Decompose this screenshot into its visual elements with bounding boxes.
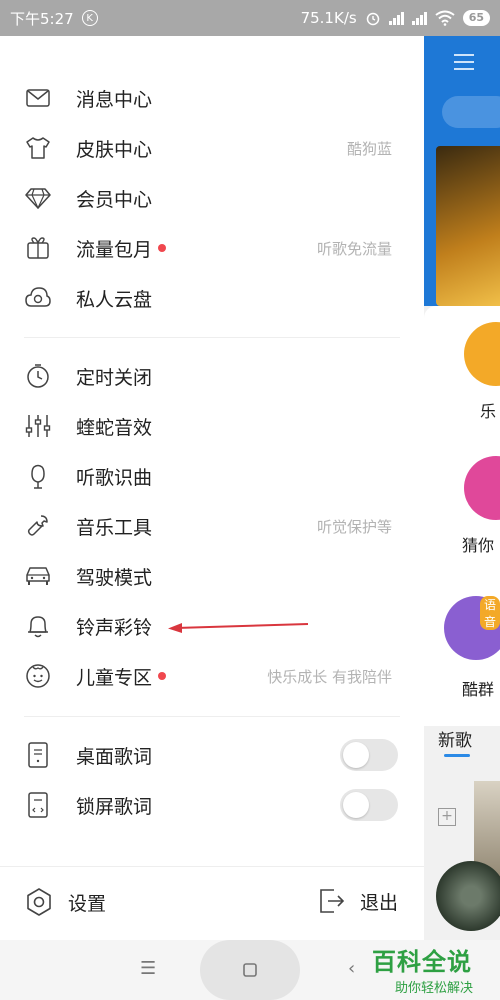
lockscreen-lyrics-icon — [24, 791, 52, 819]
annotation-arrow-icon — [168, 623, 309, 633]
menu-label: 皮肤中心 — [76, 138, 153, 161]
back-icon[interactable]: ‹ — [348, 958, 355, 979]
hamburger-icon[interactable] — [454, 54, 474, 75]
background-banner[interactable] — [436, 146, 500, 306]
playing-disc[interactable] — [436, 861, 500, 931]
menu-item-song-recognition[interactable]: 听歌识曲 — [0, 451, 424, 501]
menu-item-sleep-timer[interactable]: 定时关闭 — [0, 351, 424, 401]
menu-label-text: 儿童专区 — [76, 666, 153, 689]
settings-label: 设置 — [68, 892, 107, 915]
timer-icon — [24, 362, 52, 390]
battery-indicator: 65 — [462, 10, 490, 26]
divider — [24, 337, 400, 338]
bg-label-le: 乐 — [480, 402, 497, 421]
menu-label: 听歌识曲 — [76, 466, 153, 489]
status-bar: 下午5:27 K 75.1K/s 65 — [0, 0, 500, 36]
bg-label-guess: 猜你 — [462, 536, 495, 555]
drawer-footer: 设置 退出 — [0, 866, 424, 942]
diamond-icon — [24, 184, 52, 212]
background-app: 乐 猜你 语音 酷群 新歌 + — [424, 36, 500, 1000]
bg-label-voice: 语音 — [480, 596, 500, 630]
menu-hint: 快乐成长 有我陪伴 — [267, 667, 392, 686]
exit-button[interactable]: 退出 — [318, 887, 398, 915]
signal-icon — [388, 11, 404, 25]
menu-item-music-tools[interactable]: 音乐工具 听觉保护等 — [0, 501, 424, 551]
divider — [24, 716, 400, 717]
menu-label: 会员中心 — [76, 188, 153, 211]
add-icon[interactable]: + — [438, 808, 456, 826]
menu-label: 流量包月 — [76, 235, 167, 262]
menu-hint: 酷狗蓝 — [346, 139, 392, 158]
wrench-icon — [24, 512, 52, 540]
menu-label: 铃声彩铃 — [76, 616, 153, 639]
red-dot-badge — [158, 672, 167, 680]
menu-item-kids-zone[interactable]: 儿童专区 快乐成长 有我陪伴 — [0, 651, 424, 701]
menu-item-data-plan[interactable]: 流量包月 听歌免流量 — [0, 223, 424, 273]
bg-tab-new-songs[interactable]: 新歌 — [438, 726, 472, 751]
desktop-lyrics-toggle[interactable] — [340, 739, 398, 771]
background-header — [424, 36, 500, 306]
red-dot-badge — [158, 244, 167, 252]
radio-icon[interactable] — [464, 456, 500, 520]
menu-label: 蝰蛇音效 — [76, 416, 153, 439]
menu-label: 音乐工具 — [76, 516, 153, 539]
background-search-bar[interactable] — [442, 96, 500, 128]
background-card: 乐 猜你 语音 酷群 — [424, 306, 500, 726]
menu-item-desktop-lyrics[interactable]: 桌面歌词 — [0, 730, 424, 780]
menu-label: 儿童专区 — [76, 663, 167, 690]
watermark-logo: 百科全说 助你轻松解决 — [372, 942, 496, 996]
tshirt-icon — [24, 134, 52, 162]
bell-icon — [24, 612, 52, 640]
menu-label: 驾驶模式 — [76, 566, 153, 589]
menu-hint: 听觉保护等 — [316, 517, 392, 536]
bg-label-group: 酷群 — [462, 680, 495, 699]
gift-icon — [24, 234, 52, 262]
lockscreen-lyrics-toggle[interactable] — [340, 789, 398, 821]
menu-label: 消息中心 — [76, 88, 153, 111]
menu-label: 桌面歌词 — [76, 745, 153, 768]
menu-item-messages[interactable]: 消息中心 — [0, 73, 424, 123]
menu-item-driving-mode[interactable]: 驾驶模式 — [0, 551, 424, 601]
exit-label: 退出 — [360, 891, 399, 914]
desktop-lyrics-icon — [24, 741, 52, 769]
menu-item-membership[interactable]: 会员中心 — [0, 173, 424, 223]
menu-item-sound-effects[interactable]: 蝰蛇音效 — [0, 401, 424, 451]
alarm-icon — [365, 10, 381, 26]
home-button[interactable] — [200, 940, 300, 1000]
menu-label: 定时关闭 — [76, 366, 153, 389]
mic-icon — [24, 462, 52, 490]
watermark-title: 百科全说 — [372, 948, 472, 976]
kid-face-icon — [24, 662, 52, 690]
status-time: 下午5:27 — [10, 9, 74, 28]
music-icon[interactable] — [464, 322, 500, 386]
net-speed: 75.1K/s — [300, 9, 357, 27]
toggle-knob — [343, 742, 369, 768]
gear-icon — [24, 887, 54, 917]
menu-item-cloud-drive[interactable]: 私人云盘 — [0, 273, 424, 323]
menu-item-skins[interactable]: 皮肤中心 酷狗蓝 — [0, 123, 424, 173]
recent-apps-icon[interactable]: ☰ — [140, 958, 156, 979]
side-drawer: 消息中心 皮肤中心 酷狗蓝 会员中心 流量包月 听歌免流量 私人云盘 定时关闭 … — [0, 36, 424, 940]
menu-label-text: 流量包月 — [76, 238, 153, 261]
cloud-disc-icon — [24, 284, 52, 312]
wifi-icon — [435, 10, 455, 26]
menu-hint: 听歌免流量 — [316, 239, 392, 258]
menu-item-lockscreen-lyrics[interactable]: 锁屏歌词 — [0, 780, 424, 830]
mail-icon — [24, 84, 52, 112]
signal-icon-2 — [411, 11, 427, 25]
toggle-knob — [343, 792, 369, 818]
k-app-icon: K — [81, 10, 98, 26]
exit-icon — [318, 887, 346, 915]
settings-button[interactable]: 设置 — [24, 887, 106, 917]
watermark-subtitle: 助你轻松解决 — [394, 981, 473, 996]
menu-label: 锁屏歌词 — [76, 795, 153, 818]
equalizer-icon — [24, 412, 52, 440]
tab-underline — [444, 754, 470, 757]
menu-label: 私人云盘 — [76, 288, 153, 311]
car-icon — [24, 562, 52, 590]
